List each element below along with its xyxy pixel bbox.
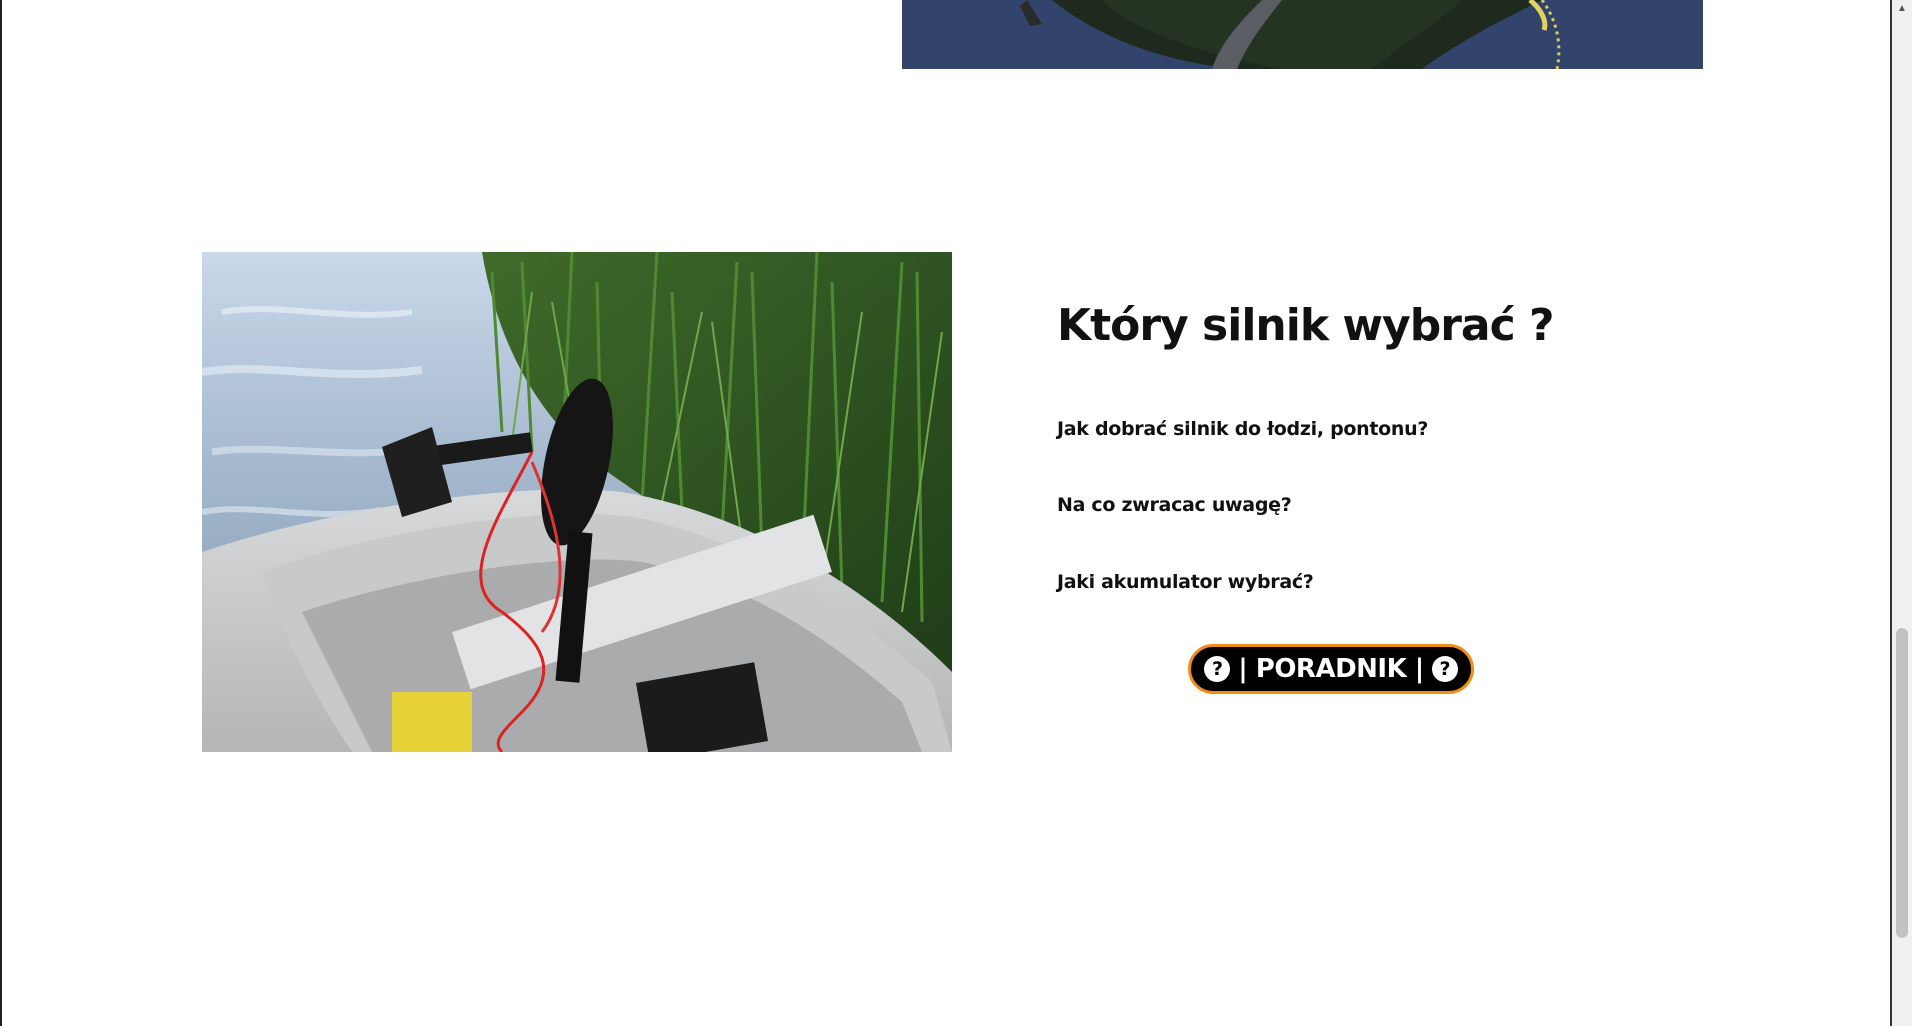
- question-boat-motor: Jak dobrać silnik do łodzi, pontonu?: [1057, 418, 1429, 440]
- guide-button[interactable]: ? | PORADNIK | ?: [1188, 644, 1474, 694]
- lake-boat-photo-icon: [902, 0, 1703, 69]
- question-attention: Na co zwracac uwagę?: [1057, 494, 1292, 516]
- guide-button-label: | PORADNIK |: [1238, 654, 1424, 684]
- question-battery: Jaki akumulator wybrać?: [1057, 571, 1314, 593]
- lake-boat-photo: [902, 0, 1703, 69]
- boat-electric-motor-photo-icon: [202, 252, 952, 752]
- page-left-border: [0, 0, 2, 1026]
- boat-motor-photo: [202, 252, 952, 752]
- scroll-up-arrow-icon[interactable]: ▲: [1892, 0, 1912, 18]
- vertical-scrollbar[interactable]: ▲: [1892, 0, 1912, 1026]
- question-circle-icon: ?: [1431, 656, 1458, 682]
- question-circle-icon: ?: [1204, 656, 1231, 682]
- motor-guide-section: Który silnik wybrać ? Jak dobrać silnik …: [1057, 300, 1657, 593]
- section-title: Który silnik wybrać ?: [1057, 300, 1555, 351]
- scrollbar-thumb[interactable]: [1896, 628, 1908, 938]
